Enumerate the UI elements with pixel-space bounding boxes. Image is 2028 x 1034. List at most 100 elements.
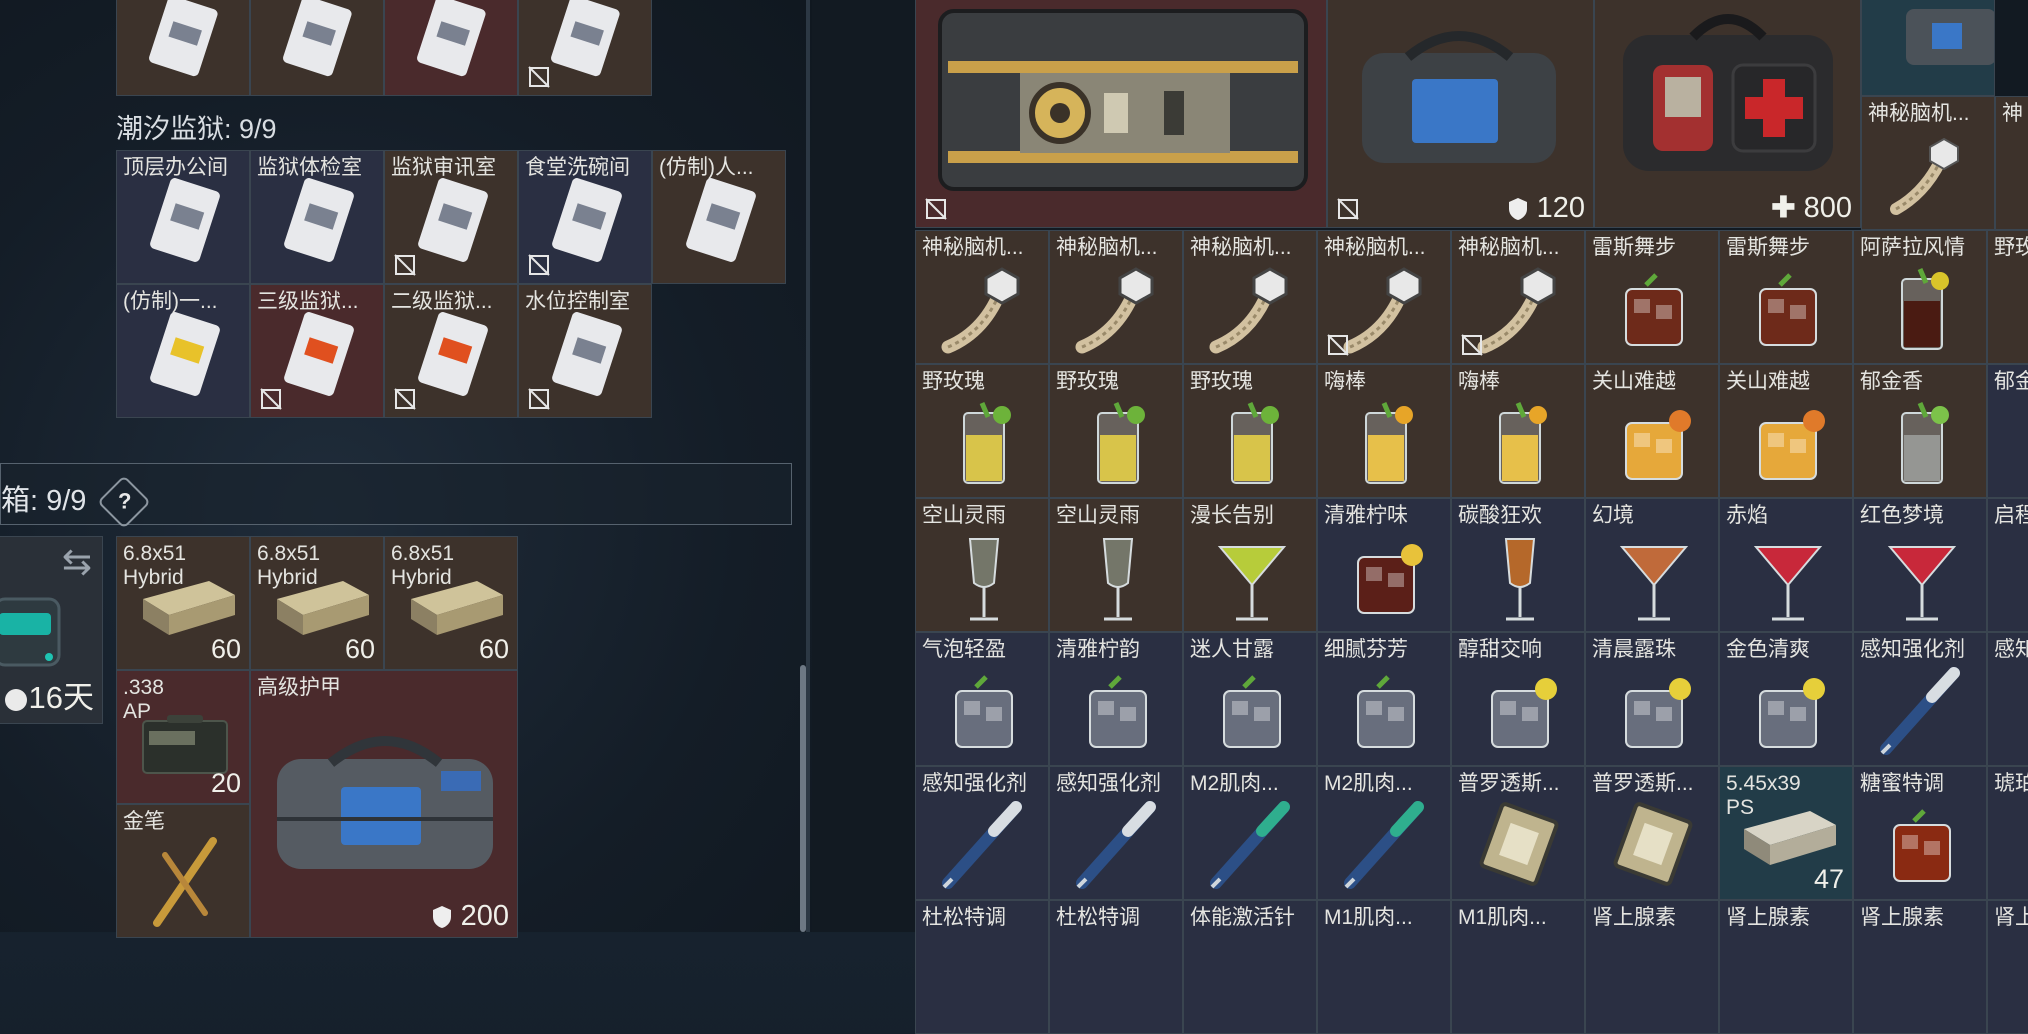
prison-keycard-slot[interactable]: (仿制)人... — [652, 150, 786, 284]
inventory-item-slot[interactable]: 神秘脑机... — [1049, 230, 1183, 364]
inventory-item-slot[interactable]: 神秘脑机... — [1317, 230, 1451, 364]
prison-keycard-slot[interactable]: 顶层办公间 — [116, 150, 250, 284]
inventory-item-slot[interactable]: 关山难越 — [1585, 364, 1719, 498]
inventory-item-slot[interactable]: 碳酸狂欢 — [1451, 498, 1585, 632]
ammo-slot[interactable]: 6.8x51 Hybrid 60 — [116, 536, 250, 670]
inventory-item-slot[interactable]: 红色梦境 — [1853, 498, 1987, 632]
inventory-item-slot[interactable]: 野玫瑰 — [915, 364, 1049, 498]
inventory-item-slot[interactable]: 5.45x39 PS 47 — [1719, 766, 1853, 900]
inventory-item-slot[interactable]: M1肌肉... — [1451, 900, 1585, 1034]
inventory-item-slot[interactable]: 清雅柠韵 — [1049, 632, 1183, 766]
key-card-slot[interactable] — [116, 0, 250, 96]
weapon-case-slot[interactable] — [915, 0, 1327, 228]
inventory-item-slot[interactable]: 郁金香 — [1853, 364, 1987, 498]
armored-bag-slot[interactable]: 120 — [1327, 0, 1594, 228]
inventory-item-slot[interactable]: 漫长告别 — [1183, 498, 1317, 632]
inventory-item-slot[interactable]: 感知强化剂 — [1049, 766, 1183, 900]
left-scrollbar[interactable] — [800, 665, 806, 932]
inventory-item-slot[interactable]: 感知 — [1987, 632, 2028, 766]
inventory-item-slot[interactable]: 糖蜜特调 — [1853, 766, 1987, 900]
bound-icon — [394, 388, 416, 410]
key-card-slot[interactable] — [518, 0, 652, 96]
inventory-item-slot[interactable]: 迷人甘露 — [1183, 632, 1317, 766]
cocktail-glass-icon — [1089, 675, 1147, 748]
inventory-item-slot[interactable]: 普罗透斯... — [1585, 766, 1719, 900]
inventory-item-slot[interactable]: 金色清爽 — [1719, 632, 1853, 766]
inventory-item-slot[interactable]: 神秘脑机... — [1183, 230, 1317, 364]
inventory-item-slot[interactable]: 细腻芬芳 — [1317, 632, 1451, 766]
key-card-slot[interactable] — [250, 0, 384, 96]
inventory-item-slot[interactable]: 杜松特调 — [1049, 900, 1183, 1034]
inventory-item-slot[interactable]: M2肌肉... — [1317, 766, 1451, 900]
inventory-item-slot[interactable]: 清雅柠味 — [1317, 498, 1451, 632]
prison-keycard-slot[interactable]: (仿制)一... — [116, 284, 250, 418]
inventory-item-slot[interactable]: 空山灵雨 — [1049, 498, 1183, 632]
item-name: 红色梦境 — [1860, 504, 1944, 527]
proteus-device-icon — [1479, 802, 1559, 886]
inventory-item-slot[interactable]: 野玫 — [1987, 230, 2028, 364]
weapon-case-icon — [938, 9, 1308, 191]
ammo-slot[interactable]: 6.8x51 Hybrid 60 — [250, 536, 384, 670]
inventory-item-slot[interactable]: 嗨棒 — [1451, 364, 1585, 498]
armor-bag-slot[interactable]: 高级护甲 200 — [250, 670, 518, 938]
prison-keycard-slot[interactable]: 监狱体检室 — [250, 150, 384, 284]
ammo-count: 60 — [210, 634, 241, 664]
prison-keycard-slot[interactable]: 三级监狱... — [250, 284, 384, 418]
inventory-item-slot[interactable]: 肾上腺素 — [1719, 900, 1853, 1034]
inventory-item-slot[interactable]: 普罗透斯... — [1451, 766, 1585, 900]
prison-keycard-slot[interactable]: 水位控制室 — [518, 284, 652, 418]
inventory-item-slot[interactable]: 神秘脑机... — [915, 230, 1049, 364]
item-slot[interactable] — [1861, 0, 1995, 96]
inventory-item-slot[interactable]: 肾上腺素 — [1585, 900, 1719, 1034]
inventory-item-slot[interactable]: 清晨露珠 — [1585, 632, 1719, 766]
inventory-item-slot[interactable]: 感知强化剂 — [1853, 632, 1987, 766]
inventory-item-slot[interactable]: M2肌肉... — [1183, 766, 1317, 900]
item-name: 杜松特调 — [922, 906, 1006, 929]
gold-pen-slot[interactable]: 金笔 — [116, 804, 250, 938]
item-slot[interactable]: 神秘脑机... — [1861, 96, 1995, 230]
inventory-item-slot[interactable]: 郁金 — [1987, 364, 2028, 498]
safe-box-capacity: 箱: 9/9 — [1, 485, 87, 517]
ammo-slot[interactable]: 6.8x51 Hybrid 60 — [384, 536, 518, 670]
inventory-item-slot[interactable]: 肾上 — [1987, 900, 2028, 1034]
inventory-item-slot[interactable]: 关山难越 — [1719, 364, 1853, 498]
ammo-name: 6.8x51 — [257, 542, 321, 565]
inventory-item-slot[interactable]: 野玫瑰 — [1049, 364, 1183, 498]
prison-keycard-slot[interactable]: 监狱审讯室 — [384, 150, 518, 284]
inventory-item-slot[interactable]: M1肌肉... — [1317, 900, 1451, 1034]
inventory-item-slot[interactable]: 感知强化剂 — [915, 766, 1049, 900]
key-card-slot[interactable] — [384, 0, 518, 96]
inventory-item-slot[interactable]: 空山灵雨 — [915, 498, 1049, 632]
inventory-item-slot[interactable]: 肾上腺素 — [1853, 900, 1987, 1034]
inventory-item-slot[interactable]: 雷斯舞步 — [1585, 230, 1719, 364]
inventory-item-slot[interactable]: 赤焰 — [1719, 498, 1853, 632]
item-name: 普罗透斯... — [1458, 772, 1560, 795]
inventory-item-slot[interactable]: 琥珀 — [1987, 766, 2028, 900]
inventory-item-slot[interactable]: 嗨棒 — [1317, 364, 1451, 498]
inventory-item-slot[interactable]: 体能激活针 — [1183, 900, 1317, 1034]
inventory-item-slot[interactable]: 野玫瑰 — [1183, 364, 1317, 498]
item-name: 空山灵雨 — [922, 504, 1006, 527]
secure-container-slot[interactable]: ⇆ 16天 — [0, 536, 103, 724]
stash-right-panel: 120 ✚ 800 神秘脑机... 神 神秘脑机... 神秘脑机... 神秘脑机… — [812, 0, 2028, 1034]
inventory-item-slot[interactable]: 幻境 — [1585, 498, 1719, 632]
ammo-count: 60 — [478, 634, 509, 664]
item-slot[interactable]: 神 — [1995, 96, 2028, 230]
help-icon[interactable]: ? — [96, 475, 151, 530]
item-name: 碳酸狂欢 — [1458, 504, 1542, 527]
inventory-item-slot[interactable]: 气泡轻盈 — [915, 632, 1049, 766]
prison-keycard-slot[interactable]: 二级监狱... — [384, 284, 518, 418]
inventory-item-slot[interactable]: 杜松特调 — [915, 900, 1049, 1034]
inventory-item-slot[interactable]: 启程 — [1987, 498, 2028, 632]
inventory-item-slot[interactable]: 阿萨拉风情 — [1853, 230, 1987, 364]
prison-keycard-slot[interactable]: 食堂洗碗间 — [518, 150, 652, 284]
armor-bag-icon — [1362, 31, 1556, 163]
first-aid-kit-slot[interactable]: ✚ 800 — [1594, 0, 1861, 228]
swap-icon[interactable]: ⇆ — [62, 541, 92, 583]
inventory-item-slot[interactable]: 雷斯舞步 — [1719, 230, 1853, 364]
inventory-item-slot[interactable]: 醇甜交响 — [1451, 632, 1585, 766]
inventory-item-slot[interactable]: 神秘脑机... — [1451, 230, 1585, 364]
armor-shield-icon — [1508, 198, 1527, 221]
ammo-slot[interactable]: .338 AP 20 — [116, 670, 250, 804]
item-name: 金色清爽 — [1726, 638, 1810, 661]
